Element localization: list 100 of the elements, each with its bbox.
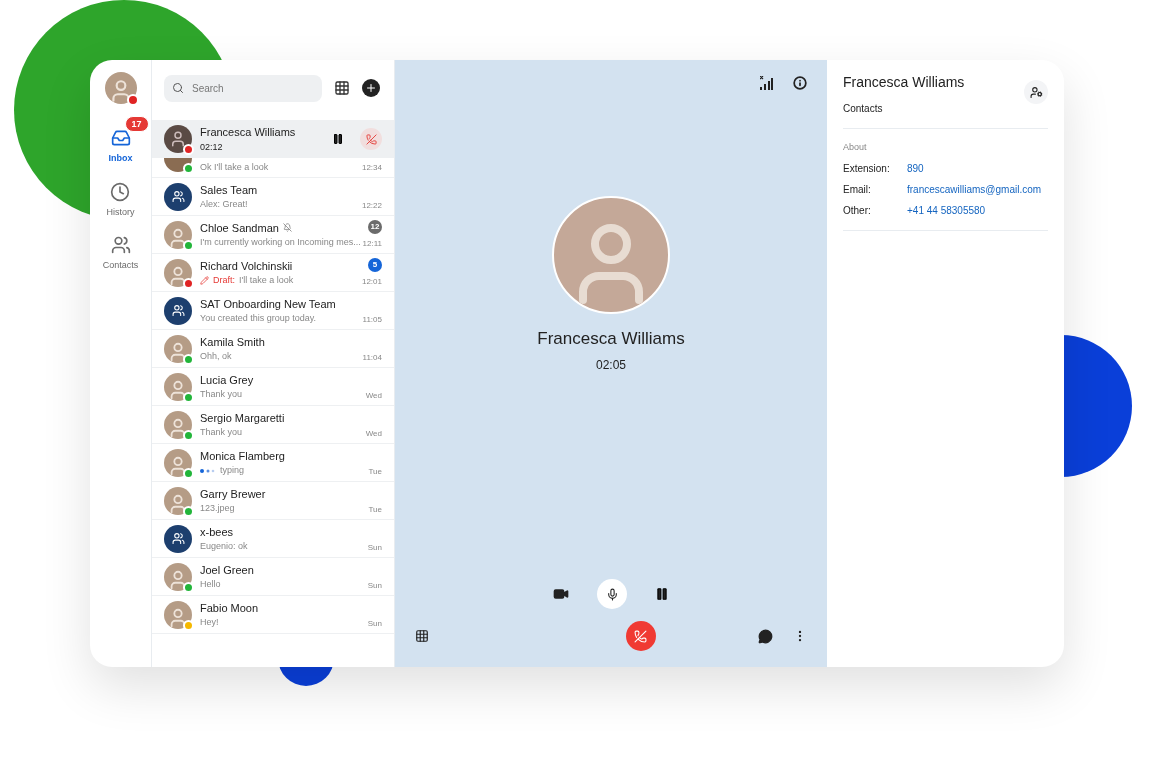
video-camera-icon[interactable] [553, 586, 569, 602]
conversation-row[interactable]: Joel Green Hello Sun [152, 558, 394, 596]
conversation-row[interactable]: Garry Brewer 123.jpeg Tue [152, 482, 394, 520]
field-link[interactable]: +41 44 58305580 [907, 202, 986, 218]
caller-name: Francesca Williams [200, 125, 297, 140]
avatar-placeholder [164, 448, 192, 477]
avatar-placeholder [164, 220, 192, 249]
contacts-icon [110, 235, 131, 255]
message-preview: typing [220, 464, 245, 477]
conversation-row[interactable]: Sales Team Alex: Great! 12:22 [152, 178, 394, 216]
dialpad-icon[interactable] [334, 80, 350, 96]
search-field[interactable]: Search [164, 74, 322, 102]
message-preview: Ok I'll take a look [200, 160, 270, 174]
hang-up-icon [634, 629, 647, 643]
nav-tab[interactable]: Contacts [102, 235, 139, 273]
contact-name: Monica Flamberg [200, 448, 285, 464]
avatar-placeholder [164, 372, 192, 401]
hang-up-button[interactable] [625, 621, 656, 651]
message-preview: Thank you [200, 426, 243, 439]
conversation-row[interactable]: Ok I'll take a look 12:34 [152, 158, 394, 178]
contact-name: Garry Brewer [200, 486, 266, 502]
plus-icon [365, 82, 377, 94]
signal-icon[interactable] [760, 76, 773, 90]
unread-badge: 12 [368, 219, 382, 234]
message-time: 12:11 [362, 237, 382, 250]
avatar-placeholder [164, 334, 192, 363]
field-label: Email: [843, 182, 872, 197]
avatar-placeholder [164, 600, 192, 629]
pause-icon[interactable] [655, 587, 669, 601]
avatar-placeholder [164, 562, 192, 591]
user-avatar-placeholder[interactable] [104, 72, 137, 104]
conversation-row[interactable]: x-bees Eugenio: ok Sun [152, 520, 394, 558]
active-call-row[interactable]: Francesca Williams 02:12 [152, 120, 394, 158]
call-duration: 02:12 [200, 140, 224, 154]
message-time: Wed [365, 427, 382, 440]
search-icon [172, 81, 184, 94]
message-preview: Eugenio: ok [200, 540, 248, 553]
message-preview: Thank you [200, 388, 243, 401]
inbox-icon [110, 128, 131, 148]
info-icon[interactable] [793, 76, 807, 90]
message-time: Wed [365, 389, 382, 402]
message-time: 11:05 [362, 313, 382, 326]
conversation-row[interactable]: Chloe Sandman I'm currently working on Incoming mes... 12 12:11 [152, 216, 394, 254]
nav-tab[interactable]: History [106, 181, 135, 219]
contact-name: Francesca Williams [843, 73, 965, 92]
microphone-icon [605, 587, 619, 601]
contact-name: Sergio Margaretti [200, 410, 285, 426]
contact-name: Lucia Grey [200, 372, 254, 388]
field-link[interactable]: 890 [907, 160, 924, 176]
add-button[interactable] [362, 79, 380, 97]
message-preview: Alex: Great! [200, 198, 248, 211]
draft-label: Draft: [213, 274, 235, 287]
conversation-row[interactable]: Sergio Margaretti Thank you Wed [152, 406, 394, 444]
message-time: 12:34 [361, 161, 382, 174]
count-badge: 17 [124, 116, 149, 132]
conversation-row[interactable]: SAT Onboarding New Team You created this group today. 11:05 [152, 292, 394, 330]
contact-subtitle: Contacts [843, 102, 884, 116]
dialpad-icon[interactable] [415, 629, 429, 643]
avatar-placeholder [164, 486, 192, 515]
conversation-row[interactable]: Kamila Smith Ohh, ok 11:04 [152, 330, 394, 368]
microphone-button[interactable] [597, 579, 627, 609]
message-preview: I'll take a look [239, 274, 294, 287]
chat-icon[interactable] [758, 628, 773, 644]
hang-up-icon [365, 133, 377, 145]
message-time: Sun [367, 617, 382, 630]
message-time: Sun [367, 579, 382, 592]
message-preview: 123.jpeg [200, 502, 235, 515]
avatar-placeholder [164, 125, 192, 153]
contact-name: Kamila Smith [200, 334, 265, 350]
section-label: About [843, 141, 868, 154]
pause-icon[interactable] [332, 133, 344, 145]
contact-name: x-bees [200, 524, 234, 540]
conversation-row[interactable]: Richard Volchinskii Draft: I'll take a look 5 12:01 [152, 254, 394, 292]
message-time: 12:22 [361, 199, 382, 212]
conversation-row[interactable]: Lucia Grey Thank you Wed [152, 368, 394, 406]
message-time: 12:01 [361, 275, 382, 288]
contact-name: Richard Volchinskii [200, 258, 293, 274]
avatar-placeholder [164, 258, 192, 287]
avatar-placeholder [164, 410, 192, 439]
contact-name: Chloe Sandman [200, 220, 279, 236]
caller-name: Francesca Williams [537, 328, 685, 350]
message-preview: Hey! [200, 616, 219, 629]
group-avatar-icon [164, 182, 192, 211]
conversation-row[interactable]: Fabio Moon Hey! Sun [152, 596, 394, 634]
conversation-row[interactable]: Monica Flamberg typing Tue [152, 444, 394, 482]
hang-up-button[interactable] [360, 128, 382, 150]
message-preview: You created this group today. [200, 312, 317, 325]
group-avatar-icon [164, 296, 192, 325]
contact-name: Fabio Moon [200, 600, 259, 616]
contact-name: Joel Green [200, 562, 254, 578]
call-timer: 02:05 [596, 356, 626, 374]
message-time: 11:04 [362, 351, 382, 364]
message-preview: I'm currently working on Incoming mes... [200, 236, 361, 249]
message-preview: Ohh, ok [200, 350, 232, 363]
pencil-icon [200, 276, 209, 286]
field-label: Extension: [843, 161, 891, 176]
field-link[interactable]: francescawilliams@gmail.com [907, 181, 1042, 197]
group-avatar-icon [164, 524, 192, 553]
contact-settings-button[interactable] [1024, 80, 1048, 104]
message-preview: Hello [200, 578, 221, 591]
